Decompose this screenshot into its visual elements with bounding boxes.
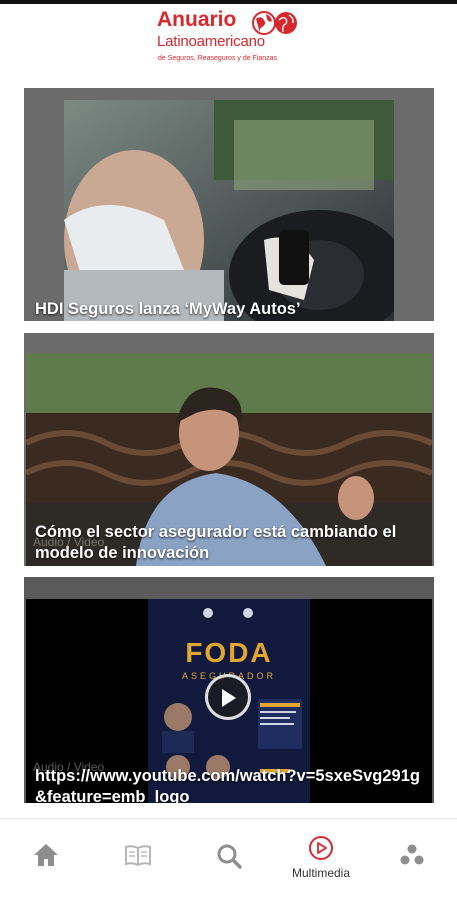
nav-multimedia[interactable]: Multimedia: [286, 819, 356, 901]
home-icon: [34, 844, 58, 866]
logo-title: Anuario: [157, 8, 237, 31]
play-button[interactable]: [205, 674, 251, 720]
video-card[interactable]: FODA ASEGURADOR Audio / Video: [24, 577, 434, 803]
play-circle-icon: [309, 836, 333, 860]
play-icon: [222, 689, 236, 707]
article-card[interactable]: HDI Seguros lanza ‘MyWay Autos’: [24, 88, 434, 321]
logo-subtitle: Latinoamericano: [157, 33, 265, 50]
book-icon: [125, 845, 151, 867]
logo-tagline: de Seguros, Reaseguros y de Fianzas: [158, 55, 278, 62]
article-image: [64, 100, 394, 321]
video-url[interactable]: https://www.youtube.com/watch?v=5sxeSvg2…: [35, 766, 426, 803]
article-title: Cómo el sector asegurador está cambiando…: [35, 523, 397, 562]
nav-multimedia-label: Multimedia: [291, 866, 351, 880]
search-icon: [217, 844, 242, 869]
app-header: Anuario Latinoamericano de Seguros, Reas…: [0, 4, 457, 74]
nav-home[interactable]: [11, 819, 81, 901]
nav-search[interactable]: [194, 819, 264, 901]
article-card[interactable]: Audio / Video Cómo el sector asegurador …: [24, 333, 434, 566]
article-title: HDI Seguros lanza ‘MyWay Autos’: [35, 300, 301, 318]
app-logo[interactable]: Anuario Latinoamericano de Seguros, Reas…: [157, 8, 317, 70]
nav-magazine[interactable]: [102, 819, 172, 901]
more-dots-icon: [400, 844, 424, 865]
nav-more[interactable]: [377, 819, 447, 901]
bottom-navigation: Multimedia: [0, 818, 457, 901]
